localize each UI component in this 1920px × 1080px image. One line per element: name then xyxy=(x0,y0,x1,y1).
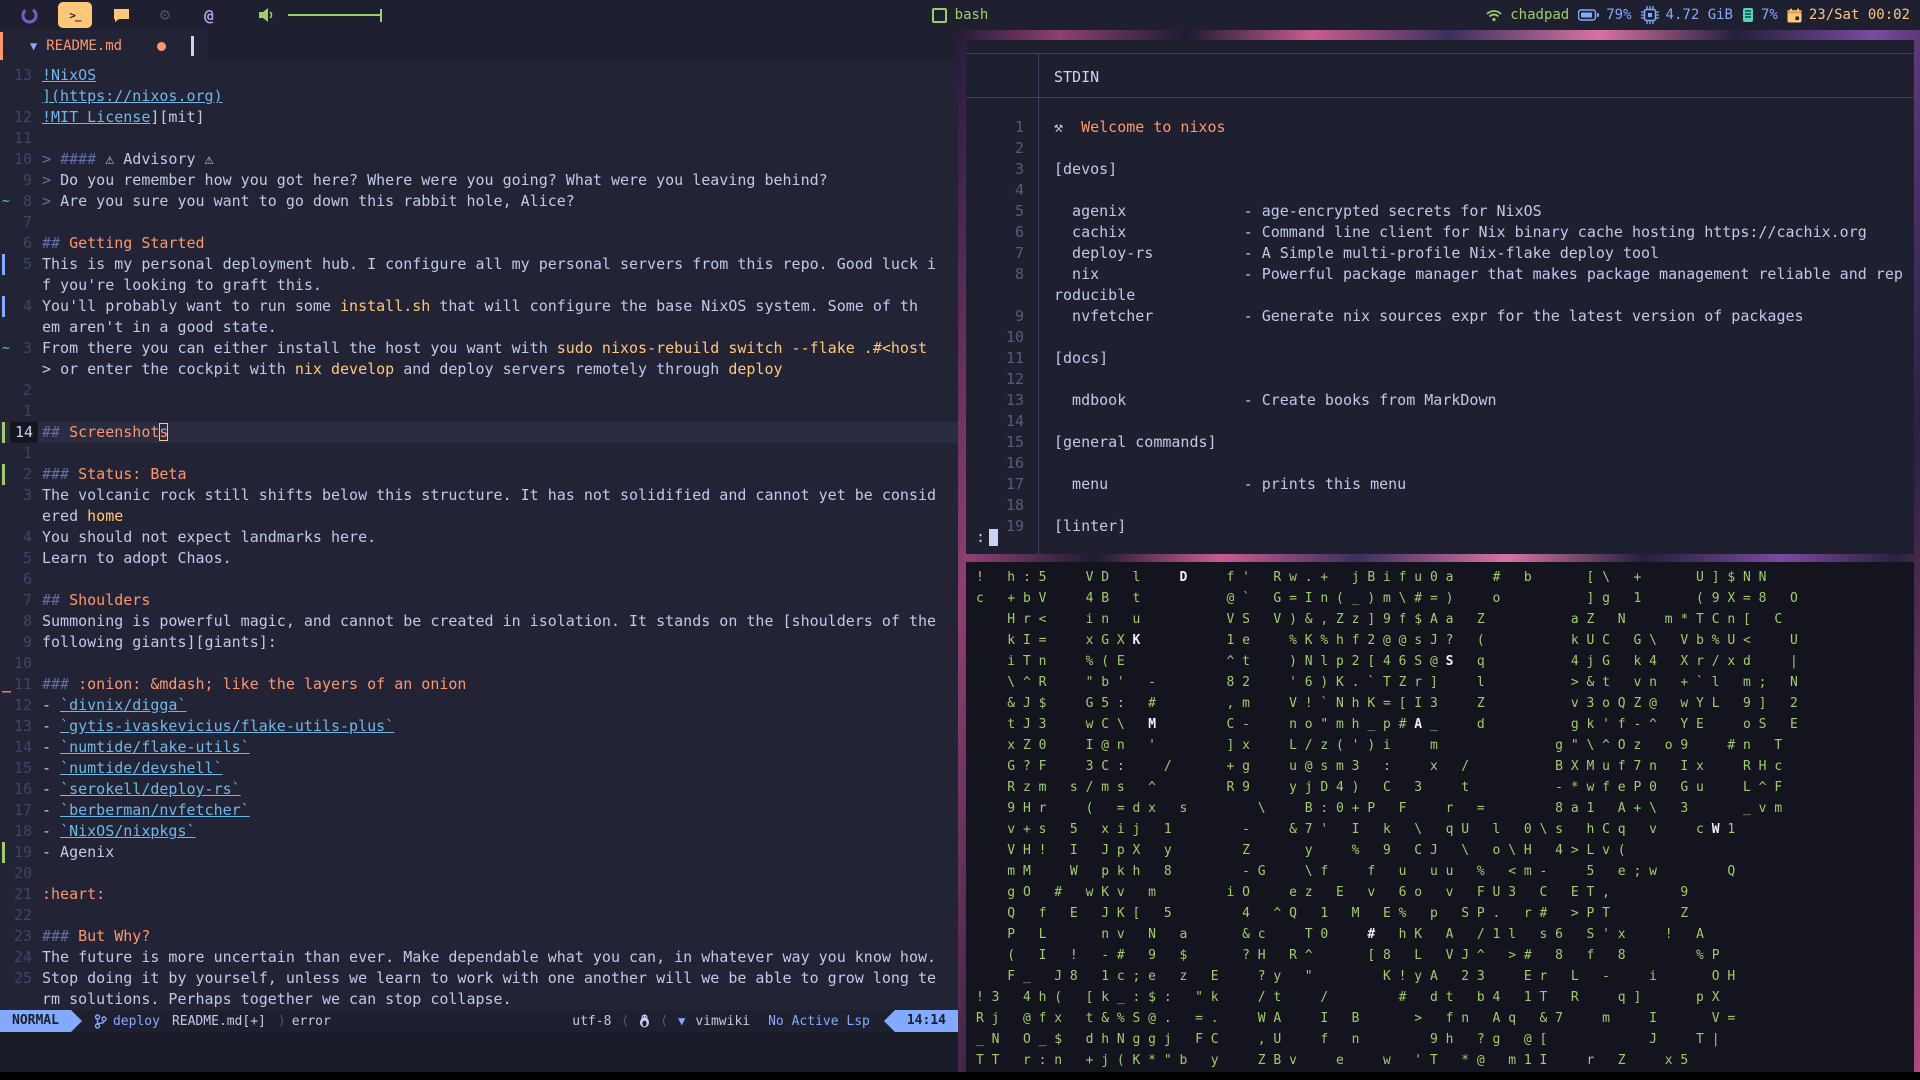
mode-indicator: NORMAL xyxy=(0,1010,71,1032)
modified-dot-icon xyxy=(157,41,167,51)
memory-used: 4.72 GiB xyxy=(1665,7,1733,23)
diagnostic-text: error xyxy=(291,1013,331,1029)
terminal-window-top[interactable]: STDIN 1 ⚒ Welcome to nixos 2 3 [devos] 4 5 age… xyxy=(966,40,1914,554)
volume-slider[interactable] xyxy=(288,14,380,16)
window-title-text: bash xyxy=(954,7,989,23)
statusline: NORMAL deploy README.md[+] ⟩ error utf-8… xyxy=(0,1010,958,1032)
desktop: ▼ README.md 13 !NixOS](https://nixos.org)… xyxy=(0,30,1920,1072)
tab-filename: README.md xyxy=(46,38,123,54)
editor-content[interactable]: 13 !NixOS](https://nixos.org) 12 !MIT Licen… xyxy=(0,62,958,1010)
battery-icon xyxy=(1578,9,1600,21)
powerline-arrow-icon xyxy=(883,1010,895,1032)
powerline-arrow-icon xyxy=(70,1010,82,1032)
git-branch: deploy xyxy=(94,1014,160,1029)
battery-module: 79% xyxy=(1578,7,1632,23)
buffer-tabbar: ▼ README.md xyxy=(0,30,958,62)
branch-name: deploy xyxy=(112,1013,160,1029)
cpu-module: 7% xyxy=(1742,7,1778,23)
chat-bubble-icon xyxy=(113,7,130,23)
wallpaper: STDIN 1 ⚒ Welcome to nixos 2 3 [devos] 4 5 age… xyxy=(958,30,1920,1072)
workspace-firefox[interactable] xyxy=(14,2,44,28)
battery-percent: 79% xyxy=(1606,7,1632,23)
lsp-status: No Active Lsp xyxy=(768,1013,870,1029)
gear-icon: ⚙ xyxy=(159,5,171,25)
statusline-clock: 14:14 xyxy=(894,1010,958,1032)
statusline-filename: README.md[+] xyxy=(171,1013,266,1029)
cpu-chip-icon xyxy=(1640,6,1659,24)
wifi-icon xyxy=(1485,8,1503,22)
at-icon: @ xyxy=(204,5,214,25)
buffer-tab-readme[interactable]: ▼ README.md xyxy=(0,30,209,62)
bat-header-title: STDIN xyxy=(1054,68,1100,86)
firefox-icon xyxy=(21,7,38,24)
time-segment: 14:14 xyxy=(883,1010,958,1032)
volume-slider-handle[interactable] xyxy=(380,8,382,22)
bat-border-top xyxy=(966,53,1914,54)
git-branch-icon xyxy=(94,1013,107,1029)
separator-icon: ⟨ xyxy=(660,1013,669,1029)
filetype: vimwiki xyxy=(695,1013,751,1029)
linux-penguin-icon xyxy=(639,1014,650,1028)
terminal-cursor xyxy=(989,528,999,546)
workspace-chat[interactable] xyxy=(106,2,136,28)
workspace-terminal-active[interactable]: >_ xyxy=(58,2,92,28)
command-line xyxy=(0,1032,958,1072)
matrix-rain-output: ! h : 5 V D l D f ' R w . + j B i f u 0 … xyxy=(976,570,1798,1068)
volume-control[interactable] xyxy=(258,7,382,23)
speaker-icon xyxy=(258,7,276,23)
neovim-window[interactable]: ▼ README.md 13 !NixOS](https://nixos.org)… xyxy=(0,30,958,1072)
tab-accent-bar xyxy=(0,32,3,60)
statusline-right: utf-8 ⟨ ⟨ ▼ vimwiki No Active Lsp 14:14 xyxy=(572,1010,958,1032)
terminal-icon: >_ xyxy=(69,8,81,22)
separator-icon: ⟩ xyxy=(277,1013,286,1029)
bat-content: 1 ⚒ Welcome to nixos 2 3 [devos] 4 5 agenix - … xyxy=(1005,118,1903,535)
ram-stick-icon xyxy=(1742,7,1754,23)
bat-border-header xyxy=(966,97,1914,98)
encoding: utf-8 xyxy=(572,1013,612,1029)
workspace-mail[interactable]: @ xyxy=(194,2,224,28)
top-bar: >_ ⚙ @ bash chadpad 79% 4.72 GiB 7% 23/S… xyxy=(0,0,1920,30)
markdown-file-icon: ▼ xyxy=(30,39,38,53)
status-modules: chadpad 79% 4.72 GiB 7% 23/Sat 00:02 xyxy=(1485,6,1920,24)
calendar-icon xyxy=(1787,8,1802,23)
pager-prompt-char: : xyxy=(976,528,986,546)
pager-prompt[interactable]: : xyxy=(976,528,999,546)
tabline-cursor xyxy=(191,36,195,56)
separator-icon: ⟨ xyxy=(621,1013,630,1029)
terminal-window-bottom[interactable]: ! h : 5 V D l D f ' R w . + j B i f u 0 … xyxy=(966,562,1914,1072)
filetype-icon: ▼ xyxy=(678,1014,686,1028)
memory-module: 4.72 GiB xyxy=(1640,6,1733,24)
clock-module: 23/Sat 00:02 xyxy=(1787,7,1910,23)
workspace-settings[interactable]: ⚙ xyxy=(150,2,180,28)
date-time: 23/Sat 00:02 xyxy=(1808,7,1910,23)
hostname: chadpad xyxy=(1510,7,1570,23)
window-class-icon xyxy=(931,7,947,23)
cpu-percent: 7% xyxy=(1760,7,1778,23)
network-module: chadpad xyxy=(1485,7,1569,23)
